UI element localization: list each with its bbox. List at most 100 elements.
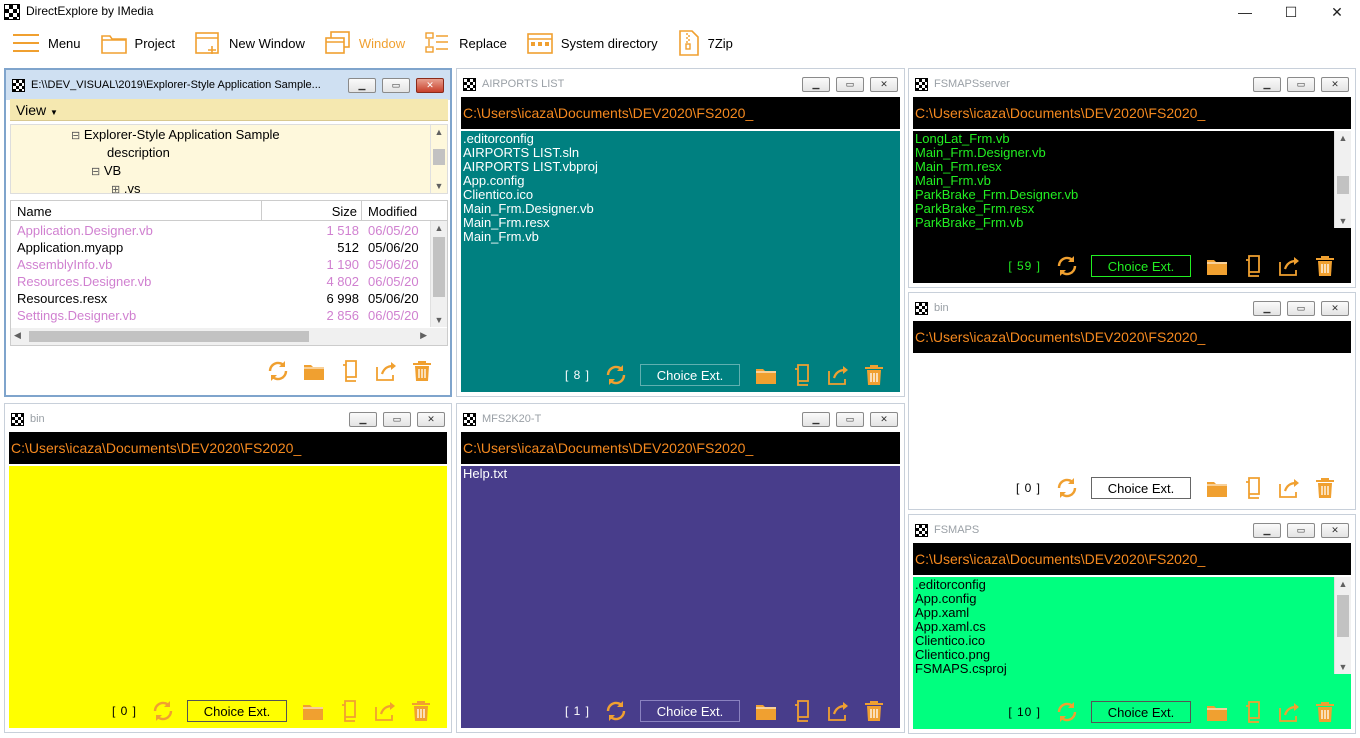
column-size[interactable]: Size <box>332 204 357 219</box>
list-item[interactable]: Clientico.ico <box>915 634 1331 648</box>
list-item[interactable]: ParkBrake_Frm.Designer.vb <box>915 188 1331 202</box>
minimize-button[interactable]: ▁ <box>802 77 830 92</box>
scroll-thumb[interactable] <box>1337 595 1349 637</box>
open-folder-icon[interactable] <box>754 363 778 387</box>
minimize-button[interactable]: ▁ <box>802 412 830 427</box>
path-bar[interactable]: C:\Users\icaza\Documents\DEV2020\FS2020_ <box>461 97 900 129</box>
view-menu[interactable]: View ▼ <box>16 102 58 118</box>
list-item[interactable]: Main_Frm.Designer.vb <box>915 146 1331 160</box>
copy-icon[interactable] <box>1241 700 1265 724</box>
table-row[interactable]: AssemblyInfo.vb 1 190 05/06/20 <box>11 256 431 273</box>
close-button[interactable]: ✕ <box>1321 523 1349 538</box>
refresh-icon[interactable] <box>266 359 290 383</box>
delete-icon[interactable] <box>1313 254 1337 278</box>
copy-icon[interactable] <box>1241 476 1265 500</box>
copy-icon[interactable] <box>337 699 361 723</box>
list-item[interactable]: App.xaml <box>915 606 1331 620</box>
choice-ext-button[interactable]: Choice Ext. <box>640 364 740 386</box>
move-icon[interactable] <box>374 359 398 383</box>
scroll-thumb[interactable] <box>433 237 445 297</box>
list-item[interactable]: App.config <box>463 174 898 188</box>
open-folder-icon[interactable] <box>301 699 325 723</box>
scroll-right-icon[interactable]: ▶ <box>420 330 427 341</box>
column-name[interactable]: Name <box>17 204 52 219</box>
vertical-scrollbar[interactable]: ▲ ▼ <box>430 125 447 193</box>
list-item[interactable]: Main_Frm.vb <box>463 230 898 244</box>
move-icon[interactable] <box>826 363 850 387</box>
path-bar[interactable]: C:\Users\icaza\Documents\DEV2020\FS2020_ <box>913 543 1351 575</box>
scroll-thumb[interactable] <box>29 331 309 342</box>
scroll-down-icon[interactable]: ▼ <box>1335 660 1351 674</box>
close-button[interactable]: ✕ <box>1314 0 1360 24</box>
maximize-button[interactable]: ▭ <box>1287 77 1315 92</box>
menu-button[interactable]: Menu <box>12 31 81 55</box>
list-item[interactable]: App.config <box>915 592 1331 606</box>
collapse-icon[interactable]: ⊟ <box>91 166 100 178</box>
minimize-button[interactable]: ▁ <box>348 78 376 93</box>
scroll-up-icon[interactable]: ▲ <box>431 221 447 235</box>
choice-ext-button[interactable]: Choice Ext. <box>1091 477 1191 499</box>
copy-icon[interactable] <box>1241 254 1265 278</box>
path-bar[interactable]: C:\Users\icaza\Documents\DEV2020\FS2020_ <box>913 321 1351 353</box>
new-window-button[interactable]: New Window <box>195 31 305 55</box>
list-item[interactable]: Clientico.png <box>915 648 1331 662</box>
scroll-down-icon[interactable]: ▼ <box>431 313 447 327</box>
list-item[interactable]: AIRPORTS LIST.sln <box>463 146 898 160</box>
delete-icon[interactable] <box>862 699 886 723</box>
list-item[interactable]: FSMAPS.csproj <box>915 662 1331 676</box>
maximize-button[interactable]: ▭ <box>836 77 864 92</box>
open-folder-icon[interactable] <box>754 699 778 723</box>
refresh-icon[interactable] <box>1055 254 1079 278</box>
list-item[interactable]: Main_Frm.resx <box>915 160 1331 174</box>
path-bar[interactable]: C:\Users\icaza\Documents\DEV2020\FS2020_ <box>9 432 447 464</box>
list-item[interactable]: Main_Frm.vb <box>915 174 1331 188</box>
list-item[interactable]: Clientico.ico <box>463 188 898 202</box>
replace-button[interactable]: Replace <box>425 31 507 55</box>
table-row[interactable]: Application.myapp 512 05/06/20 <box>11 239 431 256</box>
close-button[interactable]: ✕ <box>1321 301 1349 316</box>
path-bar[interactable]: C:\Users\icaza\Documents\DEV2020\FS2020_ <box>913 97 1351 129</box>
tree-node[interactable]: ⊟ VB <box>91 163 121 178</box>
maximize-button[interactable]: ▭ <box>836 412 864 427</box>
system-directory-button[interactable]: System directory <box>527 31 658 55</box>
choice-ext-button[interactable]: Choice Ext. <box>187 700 287 722</box>
vertical-scrollbar[interactable]: ▲ ▼ <box>1334 131 1351 228</box>
scroll-up-icon[interactable]: ▲ <box>1335 577 1351 591</box>
refresh-icon[interactable] <box>604 699 628 723</box>
scroll-up-icon[interactable]: ▲ <box>431 125 447 139</box>
horizontal-scrollbar[interactable]: ◀ ▶ <box>11 328 447 345</box>
7zip-button[interactable]: 7Zip <box>678 30 733 56</box>
delete-icon[interactable] <box>1313 700 1337 724</box>
vertical-scrollbar[interactable]: ▲ ▼ <box>1334 577 1351 674</box>
maximize-button[interactable]: ▭ <box>383 412 411 427</box>
delete-icon[interactable] <box>410 359 434 383</box>
list-item[interactable]: Help.txt <box>463 467 898 481</box>
vertical-scrollbar[interactable]: ▲ ▼ <box>430 221 447 327</box>
close-button[interactable]: ✕ <box>870 77 898 92</box>
list-item[interactable]: AIRPORTS LIST.vbproj <box>463 160 898 174</box>
minimize-button[interactable]: ▁ <box>1253 301 1281 316</box>
minimize-button[interactable]: — <box>1222 0 1268 24</box>
scroll-down-icon[interactable]: ▼ <box>1335 214 1351 228</box>
tree-node[interactable]: ⊟ Explorer-Style Application Sample <box>71 127 280 142</box>
refresh-icon[interactable] <box>1055 700 1079 724</box>
expand-icon[interactable]: ⊞ <box>111 184 120 196</box>
table-row[interactable]: Application.Designer.vb 1 518 06/05/20 <box>11 222 431 239</box>
table-row[interactable]: Settings.Designer.vb 2 856 06/05/20 <box>11 307 431 324</box>
maximize-button[interactable]: ▭ <box>1287 523 1315 538</box>
choice-ext-button[interactable]: Choice Ext. <box>1091 701 1191 723</box>
maximize-button[interactable]: ▭ <box>382 78 410 93</box>
table-row[interactable]: Resources.resx 6 998 05/06/20 <box>11 290 431 307</box>
scroll-down-icon[interactable]: ▼ <box>431 179 447 193</box>
maximize-button[interactable]: ☐ <box>1268 0 1314 24</box>
minimize-button[interactable]: ▁ <box>1253 77 1281 92</box>
list-item[interactable]: ParkBrake_Frm.vb <box>915 216 1331 230</box>
move-icon[interactable] <box>826 699 850 723</box>
list-item[interactable]: App.xaml.cs <box>915 620 1331 634</box>
collapse-icon[interactable]: ⊟ <box>71 130 80 142</box>
tree-node[interactable]: ⊞ .vs <box>111 181 140 196</box>
list-item[interactable]: .editorconfig <box>463 132 898 146</box>
close-button[interactable]: ✕ <box>1321 77 1349 92</box>
refresh-icon[interactable] <box>604 363 628 387</box>
list-item[interactable]: Main_Frm.resx <box>463 216 898 230</box>
